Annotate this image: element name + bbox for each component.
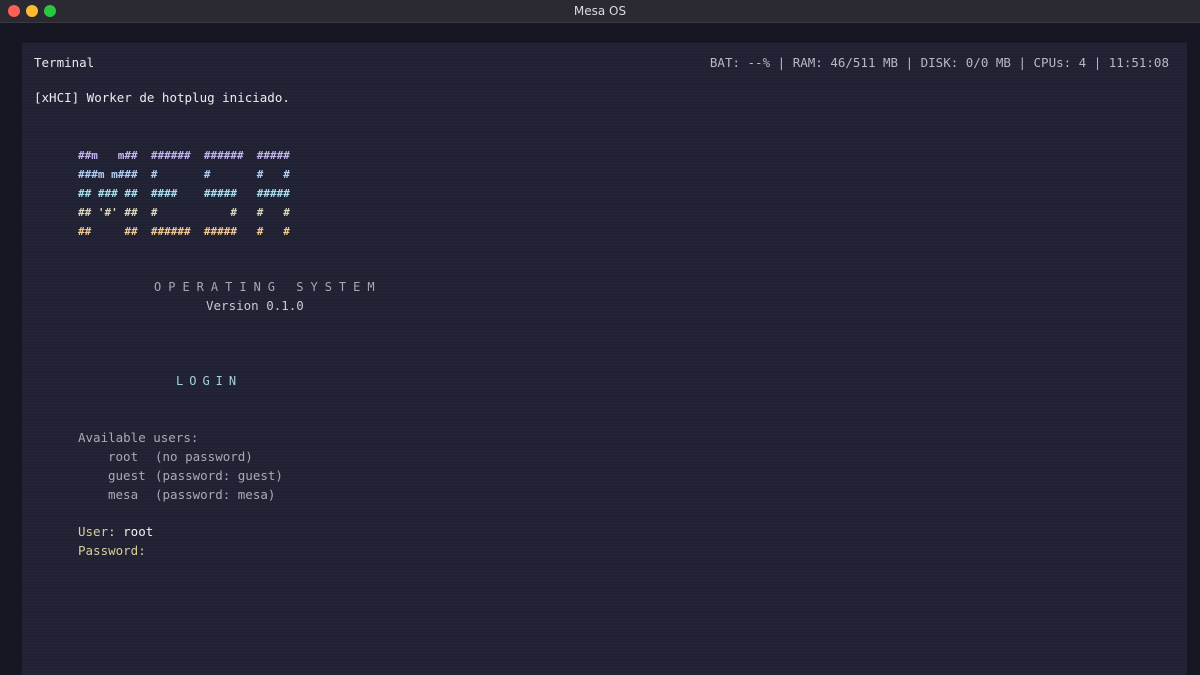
ascii-logo-row: ###m m### # # # # (78, 168, 290, 181)
ram-status: RAM: 46/511 MB (792, 55, 899, 70)
terminal-label: Terminal (34, 55, 95, 70)
username-label: User: (78, 524, 124, 539)
password-prompt[interactable]: Password: (78, 543, 146, 559)
os-subtitle: OPERATING SYSTEM (154, 280, 382, 294)
username-prompt[interactable]: User: root (78, 524, 153, 540)
ascii-logo: ##m m## ###### ###### ##### ###m m### # … (78, 146, 290, 241)
status-separator: | (770, 55, 793, 70)
user-list-item: mesa (password: mesa) (108, 487, 275, 503)
password-label: Password: (78, 543, 146, 558)
window-title: Mesa OS (573, 4, 627, 18)
terminal-panel[interactable]: Terminal BAT: --% | RAM: 46/511 MB | DIS… (22, 43, 1187, 675)
user-note: (password: mesa) (155, 487, 276, 502)
user-name: guest (108, 468, 146, 483)
user-name: root (108, 449, 139, 464)
status-separator: | (1086, 55, 1109, 70)
username-input[interactable]: root (123, 524, 153, 539)
status-bar: BAT: --% | RAM: 46/511 MB | DISK: 0/0 MB… (710, 55, 1169, 71)
login-heading: LOGIN (176, 374, 243, 388)
boot-message: [xHCI] Worker de hotplug iniciado. (34, 90, 290, 105)
ascii-logo-row: ## '#' ## # # # # (78, 206, 290, 219)
available-users-heading: Available users: (78, 430, 199, 445)
ascii-logo-row: ## ### ## #### ##### ##### (78, 187, 290, 200)
user-note: (password: guest) (155, 468, 283, 483)
user-name: mesa (108, 487, 139, 502)
ascii-logo-row: ## ## ###### ##### # # (78, 225, 290, 238)
user-list-item: guest (password: guest) (108, 468, 283, 484)
version-text: Version 0.1.0 (206, 298, 304, 313)
status-separator: | (898, 55, 921, 70)
battery-status: BAT: --% (709, 55, 771, 70)
user-list-item: root (no password) (108, 449, 253, 465)
os-screen: Terminal BAT: --% | RAM: 46/511 MB | DIS… (0, 23, 1200, 675)
disk-status: DISK: 0/0 MB (920, 55, 1011, 70)
user-note: (no password) (155, 449, 253, 464)
window-titlebar: Mesa OS (0, 0, 1200, 23)
ascii-logo-row: ##m m## ###### ###### ##### (78, 149, 290, 162)
cpu-status: CPUs: 4 (1033, 55, 1087, 70)
clock: 11:51:08 (1108, 55, 1169, 70)
status-separator: | (1010, 55, 1034, 70)
